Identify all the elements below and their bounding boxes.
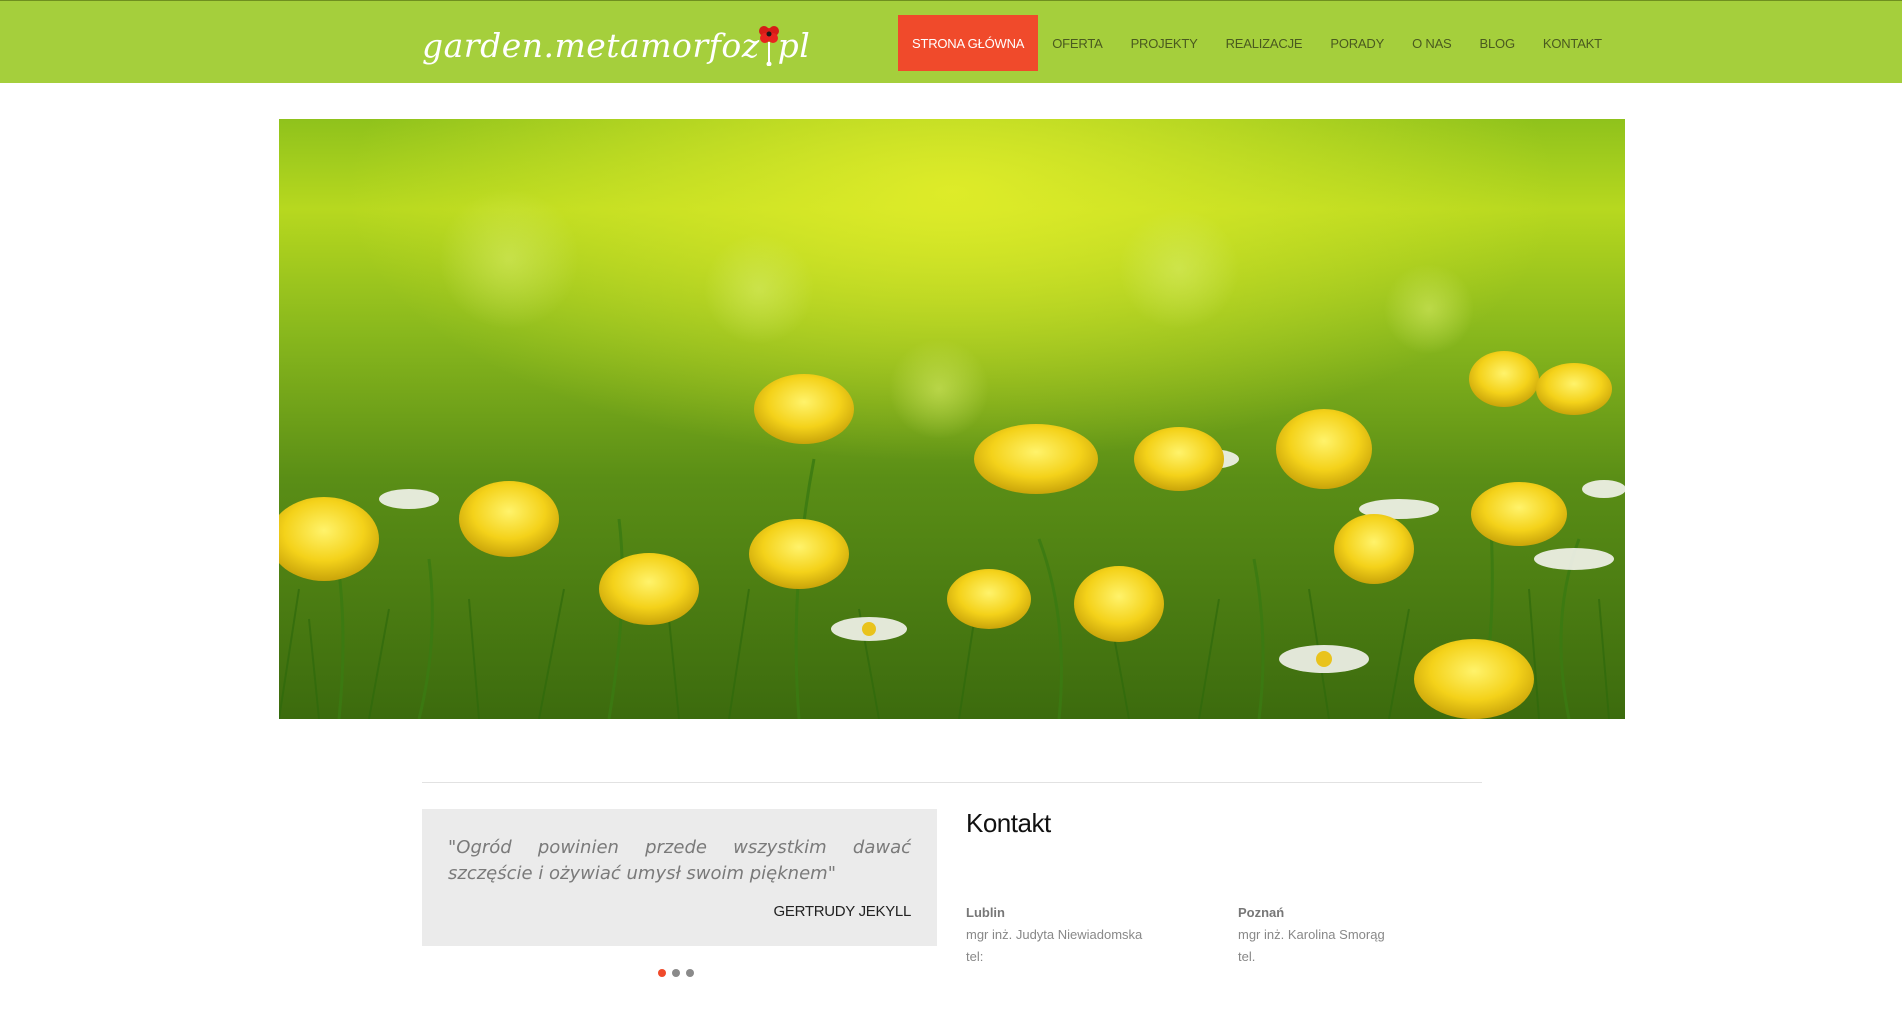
logo-text-main: garden.metamorfoz [422,25,760,65]
nav-item-blog[interactable]: BLOG [1466,15,1529,71]
office-person: mgr inż. Judyta Niewiadomska [966,927,1143,942]
carousel-dot-1[interactable] [658,969,666,977]
nav-item-porady[interactable]: PORADY [1316,15,1398,71]
site-logo[interactable]: garden.metamorfoz pl [422,21,810,69]
main-nav: STRONA GŁÓWNA OFERTA PROJEKTY REALIZACJE POR… [898,15,1902,71]
office-person: mgr inż. Karolina Smorąg [1238,927,1385,942]
poppy-flower-icon [758,26,779,66]
office-tel: tel: [966,949,984,964]
testimonial-quote: "Ogród powinien przede wszystkim dawać s… [422,809,937,946]
contact-heading: Kontakt [966,808,1051,838]
nav-item-oferta[interactable]: OFERTA [1038,15,1116,71]
quote-author: GERTRUDY JEKYLL [773,903,912,920]
office-lublin: Lublin mgr inż. Judyta Niewiadomska tel: [966,902,1142,968]
hero-image-buttercup-meadow [279,119,1625,719]
quote-text: "Ogród powinien przede wszystkim dawać s… [448,837,911,884]
site-header: garden.metamorfoz pl STRONA GŁÓWNA OFERTA… [0,0,1902,83]
office-poznan: Poznań mgr inż. Karolina Smorąg tel. [1238,902,1385,968]
carousel-dot-3[interactable] [686,969,694,977]
nav-item-realizacje[interactable]: REALIZACJE [1212,15,1317,71]
office-tel: tel. [1238,949,1256,964]
nav-item-kontakt[interactable]: KONTAKT [1529,15,1616,71]
quote-carousel-dots [658,969,694,977]
nav-item-o-nas[interactable]: O NAS [1398,15,1465,71]
section-divider [422,782,1482,783]
carousel-dot-2[interactable] [672,969,680,977]
office-city: Lublin [966,905,1005,920]
nav-item-strona-główna[interactable]: STRONA GŁÓWNA [898,15,1039,71]
office-city: Poznań [1238,905,1285,920]
nav-item-projekty[interactable]: PROJEKTY [1117,15,1212,71]
